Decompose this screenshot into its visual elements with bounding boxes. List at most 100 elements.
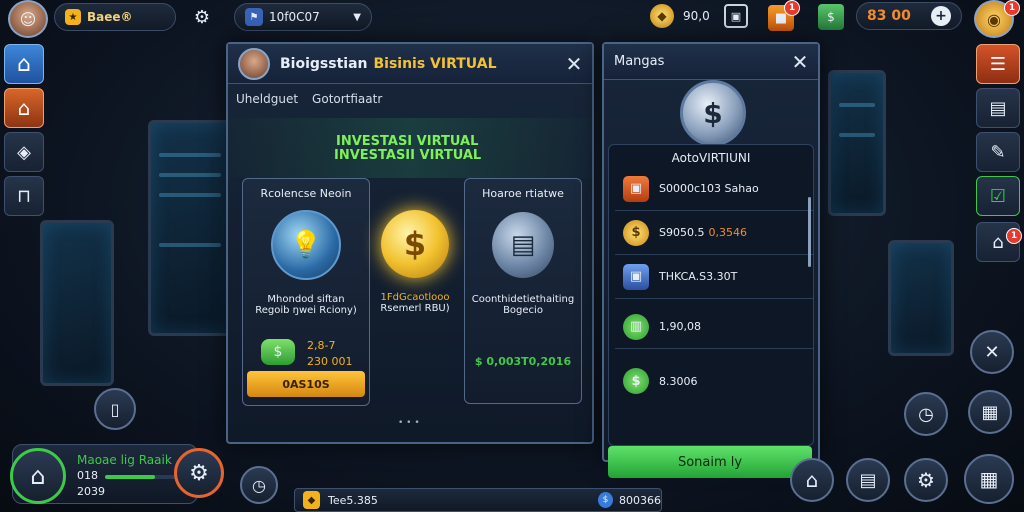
list-item[interactable]: $ S9050.5 0,3546 bbox=[615, 211, 813, 255]
level-progress-bar bbox=[105, 475, 177, 479]
side-panel: Mangas ✕ $ AotoVIRTIUNI ▣ S0000c103 Saha… bbox=[602, 42, 820, 478]
cash-pill[interactable]: 83 00 + bbox=[856, 2, 962, 30]
side-list-scrollbar[interactable] bbox=[808, 197, 811, 267]
bottom-value1: Tee5.385 bbox=[328, 493, 378, 507]
add-cash-icon[interactable]: + bbox=[931, 6, 951, 26]
banner-title-line1: INVESTASI VIRTUAL bbox=[336, 134, 479, 149]
player-avatar[interactable]: ☺ bbox=[8, 0, 48, 38]
background-monitor-right bbox=[828, 70, 886, 216]
close-icon: ✕ bbox=[791, 50, 809, 74]
investment-panel-header: Bioigsstian Bisinis VIRTUAL bbox=[228, 44, 592, 84]
background-terminal-left bbox=[40, 220, 114, 386]
calendar-icon[interactable]: ▣ bbox=[724, 4, 748, 28]
tab-first[interactable]: Uheldguet bbox=[236, 92, 298, 106]
list-item-label: S0000c103 Sahao bbox=[659, 182, 759, 195]
blue-cube-icon: ▣ bbox=[623, 263, 649, 290]
shield-icon: ▤ bbox=[492, 212, 554, 278]
bottom-resource-bar: ◆ Tee5.385 $ 800366 bbox=[294, 488, 662, 512]
banner-title-line2: INVESTASII VIRTUAL bbox=[334, 148, 482, 163]
chart-stats-button[interactable]: ✕ bbox=[970, 330, 1014, 374]
panel-title-part1: Bioigsstian bbox=[280, 55, 368, 72]
green-bars-icon: ▥ bbox=[623, 313, 649, 340]
nav-edit-button[interactable]: ✎ bbox=[976, 132, 1020, 172]
home-base-button[interactable]: ⌂ bbox=[10, 448, 66, 504]
building-button[interactable]: ⌂ bbox=[790, 458, 834, 502]
close-investment-panel-button[interactable]: ✕ bbox=[562, 52, 586, 76]
nav-business-button[interactable]: ⌂ bbox=[4, 88, 44, 128]
nav-store-button[interactable]: ▤ bbox=[976, 88, 1020, 128]
card3-desc-line2: Bogecio bbox=[503, 305, 543, 316]
location-pin-icon: ◈ bbox=[17, 141, 31, 163]
coins-value: 90,0 bbox=[683, 9, 710, 23]
list-item[interactable]: ▣ THKCA.S3.30T bbox=[615, 255, 813, 299]
investment-card-3[interactable]: Hoaroe rtiatwe ▤ Coonthidetiethaiting Bo… bbox=[464, 178, 582, 404]
card1-stat2: 230 001 bbox=[307, 355, 353, 368]
investment-panel: Bioigsstian Bisinis VIRTUAL ✕ Uheldguet … bbox=[226, 42, 594, 444]
player-name-pill[interactable]: ★ Baee® bbox=[54, 3, 176, 31]
nav-map-button[interactable]: ◈ bbox=[4, 132, 44, 172]
card2-desc-line2: Rsemerl RBU) bbox=[380, 303, 450, 314]
banner-area: INVESTASI VIRTUAL INVESTASII VIRTUAL bbox=[228, 118, 592, 178]
tab-second[interactable]: Gotortfiaatr bbox=[312, 92, 382, 106]
compass-button[interactable]: ◷ bbox=[240, 466, 278, 504]
chevron-down-icon: ▼ bbox=[353, 11, 361, 23]
gift-button[interactable]: ▦ bbox=[968, 390, 1012, 434]
investment-card-2[interactable]: $ 1FdGcaotlooo Rsemerl RBU) bbox=[374, 178, 456, 406]
settings-gear-icon[interactable]: ⚙ bbox=[188, 3, 216, 31]
widget-line1: 018 bbox=[77, 469, 98, 482]
rank-badge-icon: ★ bbox=[65, 9, 81, 25]
building-icon: ⌂ bbox=[17, 96, 31, 120]
gift-icon: ▦ bbox=[981, 401, 999, 423]
side-panel-confirm-button[interactable]: Sonaim ly bbox=[608, 446, 812, 478]
gold-coin-icon: ◆ bbox=[650, 4, 674, 28]
stats-icon: ✕ bbox=[984, 341, 1000, 363]
gear-icon: ⚙ bbox=[917, 468, 935, 492]
widget-title: Maoae lig Raaik bbox=[77, 453, 172, 467]
list-item-label: S9050.5 bbox=[659, 226, 705, 239]
document-button[interactable]: ▤ bbox=[846, 458, 890, 502]
gear-icon: ⚙ bbox=[189, 460, 209, 486]
card1-desc-line1: Mhondod siftan bbox=[267, 294, 345, 305]
nav-tasks-button[interactable]: ☑ bbox=[976, 176, 1020, 216]
cash-stack-icon: $ bbox=[818, 4, 844, 30]
door-icon: ▯ bbox=[110, 399, 120, 419]
presentation-board-icon: ⊓ bbox=[16, 185, 32, 207]
nav-presentation-button[interactable]: ⊓ bbox=[4, 176, 44, 216]
investment-card-1[interactable]: Rcolencse Neoin 💡 Mhondod siftan Regoib … bbox=[242, 178, 370, 406]
settings-button[interactable]: ⚙ bbox=[174, 448, 224, 498]
list-menu-icon: ☰ bbox=[989, 53, 1007, 75]
list-item-label: 1,90,08 bbox=[659, 320, 701, 333]
list-item[interactable]: $ 8.3006 bbox=[615, 359, 813, 403]
nav-menu-button[interactable]: ☰ bbox=[976, 44, 1020, 84]
nav-home-button[interactable]: ⌂ bbox=[4, 44, 44, 84]
edit-pencil-icon: ✎ bbox=[990, 141, 1006, 163]
page-indicator: • • • bbox=[398, 418, 420, 428]
timer-button[interactable]: ◷ bbox=[904, 392, 948, 436]
city-button[interactable]: ▦ bbox=[964, 454, 1014, 504]
card1-stat1: 2,8-7 bbox=[307, 339, 336, 352]
close-icon: ✕ bbox=[565, 52, 583, 76]
side-panel-title: Mangas bbox=[614, 54, 665, 69]
bottom-value2: 800366 bbox=[619, 493, 661, 507]
list-item[interactable]: ▥ 1,90,08 bbox=[615, 305, 813, 349]
list-item-label: 8.3006 bbox=[659, 374, 698, 388]
advisor-avatar bbox=[238, 47, 270, 80]
door-exit-button[interactable]: ▯ bbox=[94, 388, 136, 430]
background-monitor-left bbox=[148, 120, 232, 336]
card3-value: $ 0,003T0,2016 bbox=[474, 355, 572, 368]
card2-desc-line1: 1FdGcaotlooo bbox=[380, 292, 450, 303]
list-item[interactable]: ▣ S0000c103 Sahao bbox=[615, 167, 813, 211]
close-side-panel-button[interactable]: ✕ bbox=[788, 50, 812, 74]
list-item-label: THKCA.S3.30T bbox=[659, 270, 738, 283]
gold-dollar-coin-icon: $ bbox=[381, 210, 449, 278]
search-pill[interactable]: ⚑ 10f0C07 ▼ bbox=[234, 3, 372, 31]
side-list-subtitle: AotoVIRTIUNI bbox=[671, 151, 751, 165]
checkbox-icon: ☑ bbox=[989, 185, 1007, 207]
cash-value: 83 00 bbox=[867, 8, 911, 24]
lightbulb-planet-icon: 💡 bbox=[271, 210, 341, 280]
cog-button[interactable]: ⚙ bbox=[904, 458, 948, 502]
card1-invest-button[interactable]: 0AS10S bbox=[247, 371, 365, 397]
cube-icon: ▣ bbox=[623, 175, 649, 202]
house-icon: ⌂ bbox=[17, 51, 31, 77]
shop-front-icon: ⌂ bbox=[992, 231, 1004, 253]
